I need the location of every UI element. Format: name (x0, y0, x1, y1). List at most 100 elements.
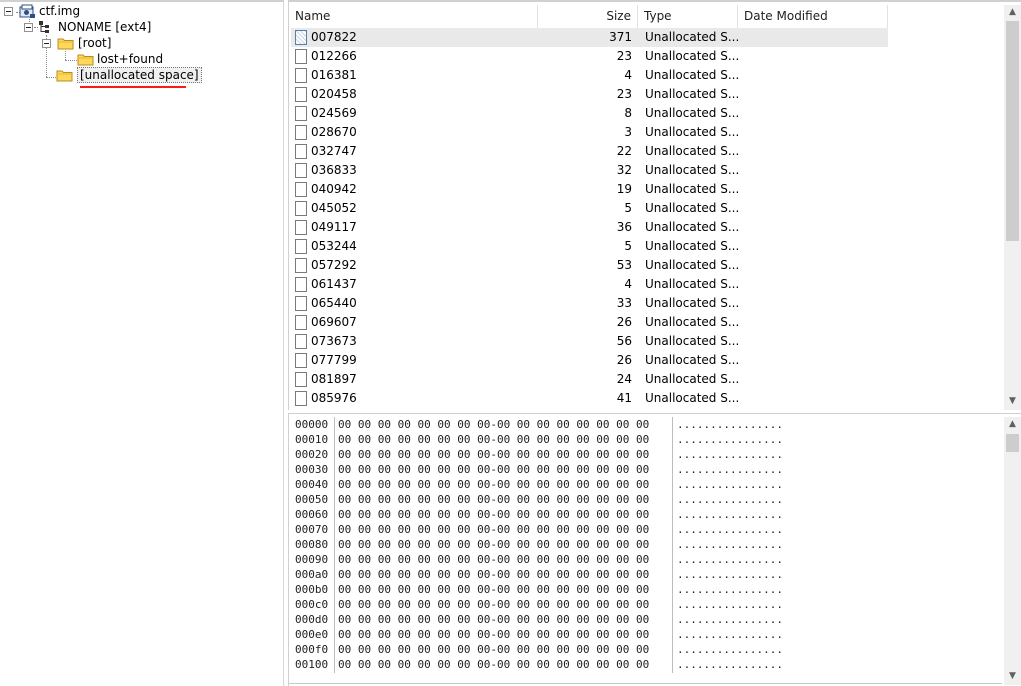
collapse-box-icon[interactable] (4, 7, 13, 16)
table-row[interactable]: 081897 24 Unallocated S... (291, 370, 888, 389)
hex-bytes: 00 00 00 00 00 00 00 00-00 00 00 00 00 0… (338, 628, 650, 641)
scroll-down-arrow-icon[interactable]: ▼ (1004, 669, 1021, 684)
table-row[interactable]: 073673 56 Unallocated S... (291, 332, 888, 351)
file-name-cell: 045052 (311, 201, 357, 215)
scrollbar-thumb[interactable] (1006, 21, 1019, 241)
hex-offset: 000e0 (295, 628, 329, 641)
folder-icon (57, 38, 74, 50)
tree-item-label: lost+found (97, 52, 164, 66)
table-row[interactable]: 036833 32 Unallocated S... (291, 161, 888, 180)
hex-ascii: ................ (677, 478, 783, 491)
file-size-cell: 33 (616, 296, 632, 310)
table-row[interactable]: 049117 36 Unallocated S... (291, 218, 888, 237)
hex-ascii: ................ (677, 628, 783, 641)
hex-bytes: 00 00 00 00 00 00 00 00-00 00 00 00 00 0… (338, 463, 650, 476)
table-row[interactable]: 020458 23 Unallocated S... (291, 85, 888, 104)
table-row[interactable]: 053244 5 Unallocated S... (291, 237, 888, 256)
table-row[interactable]: 065440 33 Unallocated S... (291, 294, 888, 313)
column-header-type[interactable]: Type (638, 5, 738, 28)
table-row[interactable]: 077799 26 Unallocated S... (291, 351, 888, 370)
volume-tree-icon (39, 21, 49, 33)
file-size-cell: 4 (624, 68, 632, 82)
hex-ascii: ................ (677, 493, 783, 506)
file-icon (295, 296, 307, 311)
hex-offset: 000b0 (295, 583, 329, 596)
file-icon (295, 372, 307, 387)
file-name-cell: 016381 (311, 68, 357, 82)
tree-item-label-selected: [unallocated space] (77, 67, 202, 83)
file-name-cell: 040942 (311, 182, 357, 196)
hex-bytes: 00 00 00 00 00 00 00 00-00 00 00 00 00 0… (338, 658, 650, 671)
collapse-box-icon[interactable] (42, 39, 51, 48)
file-size-cell: 4 (624, 277, 632, 291)
file-icon (295, 30, 307, 45)
table-row[interactable]: 069607 26 Unallocated S... (291, 313, 888, 332)
file-type-cell: Unallocated S... (645, 125, 740, 139)
column-header-size[interactable]: Size (538, 5, 638, 28)
column-header-label: Date Modified (744, 9, 828, 23)
annotation-underline (80, 86, 186, 88)
file-size-cell: 22 (616, 144, 632, 158)
column-header-name[interactable]: Name (289, 5, 538, 28)
table-row[interactable]: 012266 23 Unallocated S... (291, 47, 888, 66)
file-size-cell: 23 (616, 49, 632, 63)
file-icon (295, 125, 307, 140)
file-size-cell: 8 (624, 106, 632, 120)
table-row[interactable]: 028670 3 Unallocated S... (291, 123, 888, 142)
table-row[interactable]: 040942 19 Unallocated S... (291, 180, 888, 199)
file-name-cell: 024569 (311, 106, 357, 120)
file-icon (295, 258, 307, 273)
hex-ascii: ................ (677, 433, 783, 446)
file-icon (295, 353, 307, 368)
table-row[interactable]: 085976 41 Unallocated S... (291, 389, 888, 408)
hex-ascii: ................ (677, 463, 783, 476)
table-row[interactable]: 007822 371 Unallocated S... (291, 28, 888, 47)
table-row[interactable]: 045052 5 Unallocated S... (291, 199, 888, 218)
file-type-cell: Unallocated S... (645, 87, 740, 101)
file-name-cell: 007822 (311, 30, 357, 44)
hex-offset: 00090 (295, 553, 329, 566)
file-name-cell: 077799 (311, 353, 357, 367)
file-name-cell: 049117 (311, 220, 357, 234)
hex-ascii: ................ (677, 613, 783, 626)
scroll-down-arrow-icon[interactable]: ▼ (1004, 394, 1021, 409)
hex-ascii: ................ (677, 448, 783, 461)
file-size-cell: 5 (624, 201, 632, 215)
file-name-cell: 057292 (311, 258, 357, 272)
collapse-box-icon[interactable] (24, 23, 33, 32)
hex-offset: 00040 (295, 478, 329, 491)
file-icon (295, 201, 307, 216)
offset-separator (334, 417, 335, 673)
scroll-up-arrow-icon[interactable]: ▲ (1004, 417, 1021, 432)
hex-ascii: ................ (677, 508, 783, 521)
hex-bytes: 00 00 00 00 00 00 00 00-00 00 00 00 00 0… (338, 493, 650, 506)
table-row[interactable]: 057292 53 Unallocated S... (291, 256, 888, 275)
hex-bytes: 00 00 00 00 00 00 00 00-00 00 00 00 00 0… (338, 523, 650, 536)
table-row[interactable]: 016381 4 Unallocated S... (291, 66, 888, 85)
hex-ascii: ................ (677, 598, 783, 611)
hex-bytes: 00 00 00 00 00 00 00 00-00 00 00 00 00 0… (338, 583, 650, 596)
table-row[interactable]: 032747 22 Unallocated S... (291, 142, 888, 161)
hex-bottom-border (289, 683, 1002, 684)
table-row[interactable]: 024569 8 Unallocated S... (291, 104, 888, 123)
scroll-up-arrow-icon[interactable]: ▲ (1004, 5, 1021, 20)
disk-image-icon (19, 4, 35, 18)
hex-ascii: ................ (677, 643, 783, 656)
hex-offset: 00050 (295, 493, 329, 506)
file-type-cell: Unallocated S... (645, 30, 740, 44)
list-top-border (289, 0, 1021, 2)
hex-offset: 00020 (295, 448, 329, 461)
file-name-cell: 069607 (311, 315, 357, 329)
scrollbar-thumb[interactable] (1006, 434, 1019, 452)
hex-vertical-scrollbar[interactable]: ▲ ▼ (1004, 417, 1021, 685)
list-vertical-scrollbar[interactable]: ▲ ▼ (1004, 5, 1021, 410)
hex-offset: 00000 (295, 418, 329, 431)
column-header-date-modified[interactable]: Date Modified (738, 5, 888, 28)
hex-bytes: 00 00 00 00 00 00 00 00-00 00 00 00 00 0… (338, 538, 650, 551)
file-type-cell: Unallocated S... (645, 106, 740, 120)
table-row[interactable]: 061437 4 Unallocated S... (291, 275, 888, 294)
file-type-cell: Unallocated S... (645, 182, 740, 196)
tree-top-border (0, 0, 284, 2)
file-type-cell: Unallocated S... (645, 68, 740, 82)
file-size-cell: 26 (616, 315, 632, 329)
